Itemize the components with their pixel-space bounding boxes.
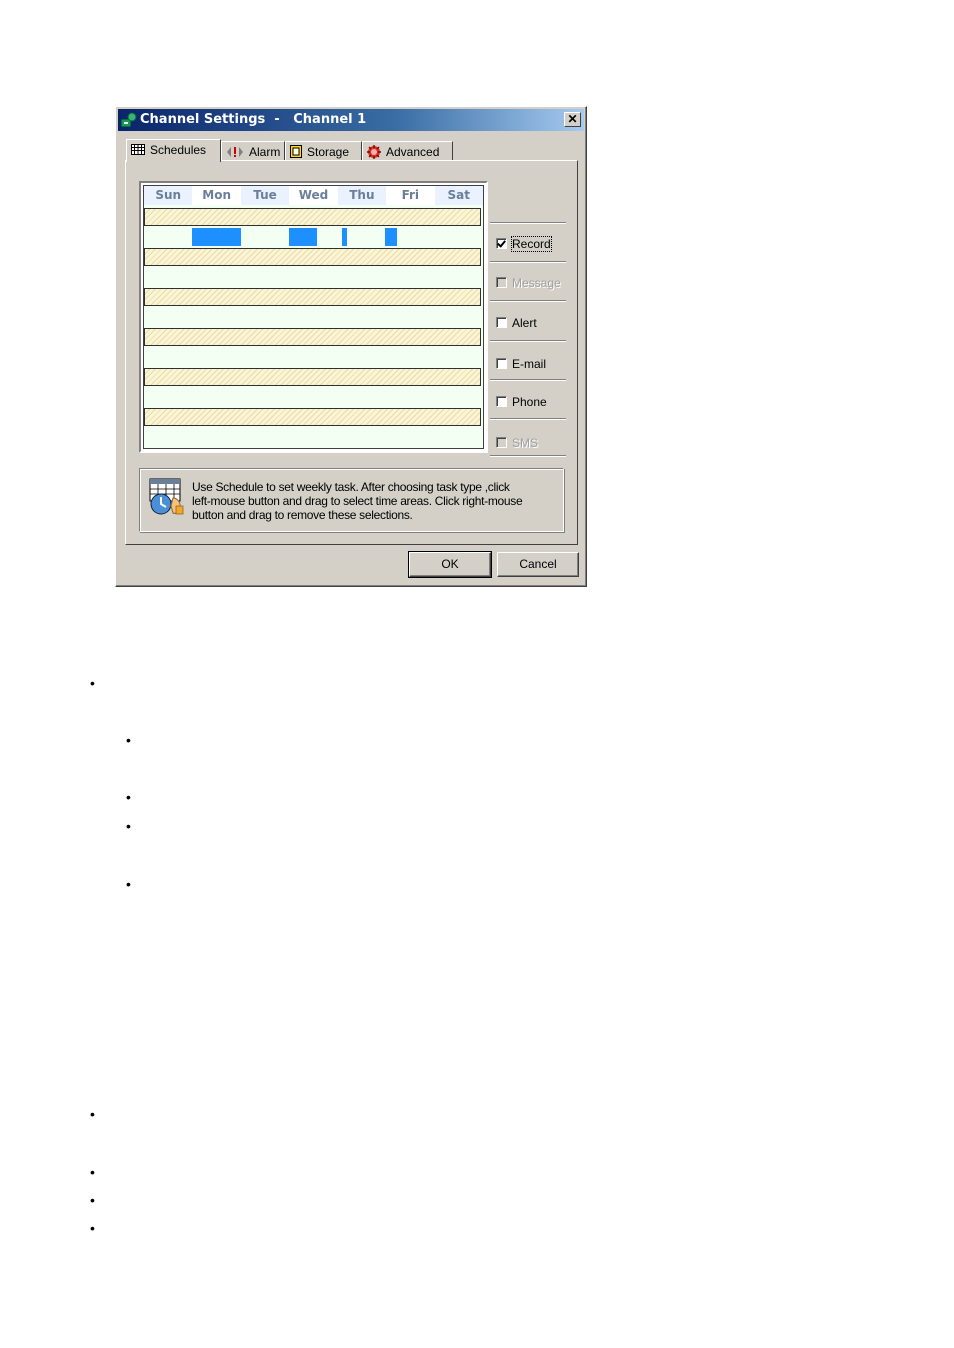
day-label: Fri	[386, 186, 435, 205]
help-line: button and drag to remove these selectio…	[192, 508, 413, 522]
divider	[490, 418, 566, 420]
bullet-point: •	[90, 675, 95, 691]
cancel-button[interactable]: Cancel	[497, 552, 579, 577]
day-header: Sun Mon Tue Wed Thu Fri Sat	[144, 186, 483, 205]
checkbox-label: SMS	[512, 435, 539, 450]
task-type-options: Record Message Alert E-mail Phone SMS	[490, 181, 566, 457]
phone-checkbox[interactable]: Phone	[496, 394, 547, 410]
title-bar[interactable]: Channel Settings - Channel 1 ✕	[118, 109, 584, 131]
help-text: Use Schedule to set weekly task. After c…	[192, 480, 552, 522]
email-checkbox[interactable]: E-mail	[496, 356, 546, 372]
divider	[490, 340, 566, 342]
bullet-point: •	[90, 1164, 95, 1180]
checkbox-box[interactable]	[496, 396, 507, 408]
bullet-point: •	[126, 789, 131, 805]
schedule-row-divider	[144, 408, 481, 426]
grid-icon	[131, 144, 145, 156]
alarm-icon	[227, 146, 243, 157]
bullet-point: •	[90, 1220, 95, 1236]
schedule-row-divider	[144, 248, 481, 266]
schedule-row-divider	[144, 368, 481, 386]
schedule-grid[interactable]: Sun Mon Tue Wed Thu Fri Sat	[139, 181, 488, 453]
checkbox-label: E-mail	[512, 356, 547, 371]
tab-storage[interactable]: Storage	[285, 141, 362, 161]
help-line: left-mouse button and drag to select tim…	[192, 494, 523, 508]
schedule-help-icon	[149, 478, 184, 515]
day-label: Tue	[240, 186, 290, 205]
selected-time-block[interactable]	[289, 228, 317, 246]
tab-label: Advanced	[386, 144, 440, 159]
checkbox-label: Alert	[512, 315, 537, 330]
schedules-panel: Sun Mon Tue Wed Thu Fri Sat Record Messa…	[125, 160, 578, 545]
divider	[490, 300, 566, 302]
storage-icon	[290, 145, 302, 159]
sms-checkbox[interactable]: SMS	[496, 435, 538, 451]
help-box: Use Schedule to set weekly task. After c…	[139, 468, 564, 532]
schedule-grid-area[interactable]: Sun Mon Tue Wed Thu Fri Sat	[143, 185, 484, 449]
day-label: Sun	[144, 186, 193, 205]
divider	[490, 222, 566, 224]
divider	[490, 379, 566, 381]
checkbox-box[interactable]	[496, 358, 507, 370]
tab-label: Storage	[307, 144, 350, 159]
channel-settings-dialog: Channel Settings - Channel 1 ✕ Schedules…	[115, 106, 587, 587]
channel-settings-icon	[121, 112, 137, 127]
message-checkbox[interactable]: Message	[496, 275, 561, 291]
dialog-title: Channel Settings - Channel 1	[140, 112, 367, 127]
checkbox-box[interactable]	[496, 277, 507, 289]
tab-label: Alarm	[249, 144, 281, 159]
day-label: Wed	[289, 186, 338, 205]
bullet-point: •	[90, 1192, 95, 1208]
divider	[490, 455, 566, 457]
advanced-gear-icon	[367, 144, 381, 159]
checkbox-box[interactable]	[496, 437, 507, 449]
checkbox-label: Phone	[512, 394, 547, 409]
tab-alarm[interactable]: Alarm	[221, 141, 285, 161]
selected-time-block[interactable]	[385, 228, 397, 246]
tab-schedules[interactable]: Schedules	[126, 139, 221, 162]
ok-button[interactable]: OK	[408, 551, 492, 578]
checkbox-box[interactable]	[496, 238, 507, 250]
tab-advanced[interactable]: Advanced	[362, 141, 453, 161]
bullet-point: •	[126, 818, 131, 834]
alert-checkbox[interactable]: Alert	[496, 315, 537, 331]
help-line: Use Schedule to set weekly task. After c…	[192, 480, 510, 494]
checkbox-label: Message	[512, 275, 561, 290]
divider	[490, 261, 566, 263]
close-button[interactable]: ✕	[564, 112, 581, 127]
bullet-point: •	[90, 1106, 95, 1122]
bullet-point: •	[126, 876, 131, 892]
day-label: Sat	[434, 186, 483, 205]
checkbox-box[interactable]	[496, 317, 507, 329]
selected-time-block[interactable]	[192, 228, 241, 246]
day-label: Thu	[337, 186, 387, 205]
schedule-row-divider	[144, 328, 481, 346]
record-checkbox[interactable]: Record	[496, 235, 552, 252]
schedule-row-divider	[144, 288, 481, 306]
bullet-point: •	[126, 732, 131, 748]
tab-label: Schedules	[150, 142, 207, 157]
day-label: Mon	[192, 186, 241, 205]
schedule-row-divider	[144, 208, 481, 226]
selected-time-block[interactable]	[342, 228, 347, 246]
checkbox-label: Record	[511, 235, 552, 252]
